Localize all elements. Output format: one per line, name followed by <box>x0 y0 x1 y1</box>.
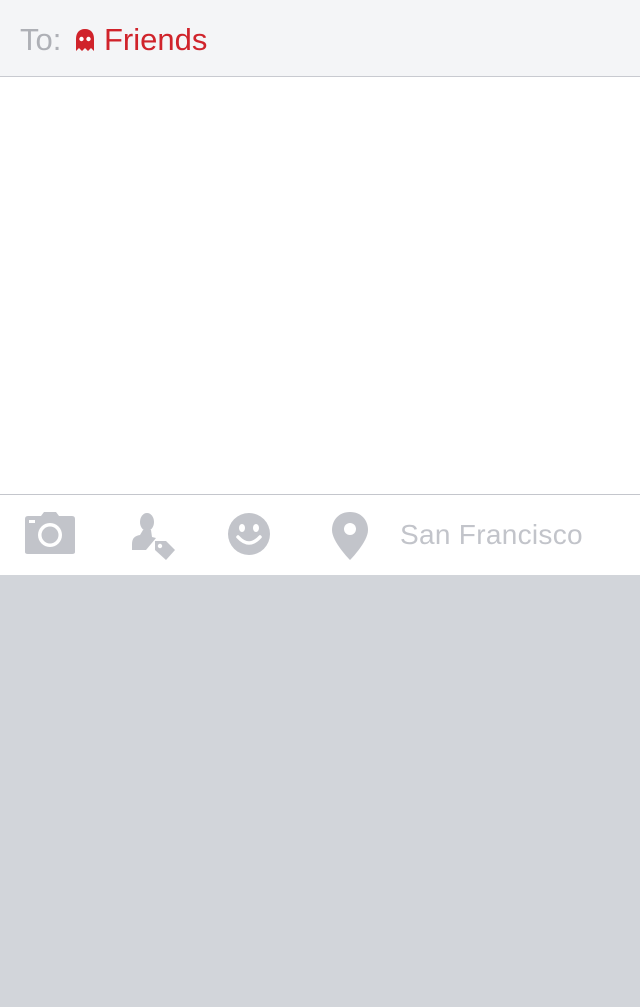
keyboard-area <box>0 575 640 1007</box>
location-label[interactable]: San Francisco <box>400 515 583 555</box>
to-label: To: <box>20 22 62 57</box>
location-pin-icon[interactable] <box>330 511 370 561</box>
message-text-area[interactable] <box>0 77 640 494</box>
recipient-header: To: Friends <box>0 0 640 77</box>
camera-icon[interactable] <box>24 511 76 555</box>
compose-screen: To: Friends San Francisco <box>0 0 640 1007</box>
recipient-name: Friends <box>104 22 208 57</box>
smiley-icon[interactable] <box>227 512 271 556</box>
ghost-icon <box>76 29 94 51</box>
recipient-chip[interactable]: Friends <box>74 20 207 60</box>
compose-toolbar: San Francisco <box>0 494 640 575</box>
tag-person-icon[interactable] <box>128 510 176 562</box>
